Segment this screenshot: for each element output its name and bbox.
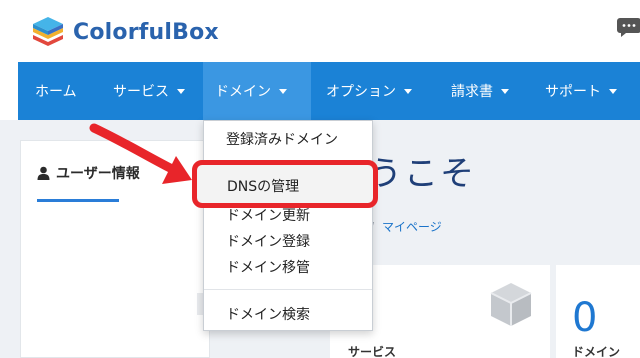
- nav-item-domain[interactable]: ドメイン: [203, 62, 311, 120]
- dns-management-label: DNSの管理: [227, 179, 300, 195]
- cube-icon: [490, 283, 532, 326]
- nav-label: オプション: [326, 84, 396, 100]
- breadcrumb-current[interactable]: マイページ: [382, 220, 442, 234]
- layered-box-logo-icon: [33, 17, 63, 46]
- red-arrow-annotation: [89, 123, 192, 184]
- stat-label: サービス: [348, 345, 397, 358]
- domain-dropdown-menu: 登録済みドメイン ドメイン更新 ドメイン登録 ドメイン移管 ドメイン検索: [203, 120, 373, 331]
- nav-item-services[interactable]: サービス: [100, 62, 203, 120]
- nav-item-support[interactable]: サポート: [528, 62, 640, 120]
- breadcrumb: /マイページ: [370, 218, 442, 235]
- chat-bubble-icon[interactable]: [617, 16, 640, 38]
- menu-item-domain-search[interactable]: ドメイン検索: [226, 304, 310, 324]
- nav-item-invoices[interactable]: 請求書: [433, 62, 528, 120]
- nav-label: ドメイン: [215, 84, 271, 100]
- nav-label: サポート: [545, 84, 601, 100]
- stat-value: 0: [572, 295, 598, 341]
- panel-title-underline: [37, 199, 119, 202]
- caret-down-icon: [177, 88, 185, 94]
- menu-item-domain-renewal[interactable]: ドメイン更新: [226, 205, 310, 225]
- menu-item-domain-transfer[interactable]: ドメイン移管: [226, 257, 310, 277]
- stat-card-domains[interactable]: 0 ドメイン: [556, 265, 640, 358]
- brand-name: ColorfulBox: [73, 19, 219, 45]
- nav-item-options[interactable]: オプション: [311, 62, 433, 120]
- caret-down-icon: [279, 88, 287, 94]
- nav-label: サービス: [113, 84, 169, 100]
- user-icon: [37, 166, 50, 180]
- menu-item-domain-registration[interactable]: ドメイン登録: [226, 231, 310, 251]
- nav-label: ホーム: [35, 84, 77, 100]
- logo[interactable]: ColorfulBox: [29, 13, 219, 51]
- caret-down-icon: [501, 88, 509, 94]
- caret-down-icon: [404, 88, 412, 94]
- page: ColorfulBox ホーム サービス ドメイン オプション 請求書 サポート…: [0, 0, 640, 358]
- menu-divider: [204, 289, 372, 290]
- header: ColorfulBox: [0, 0, 640, 62]
- stat-label: ドメイン: [572, 345, 621, 358]
- welcome-heading: うこそ: [368, 154, 476, 194]
- nav-label: 請求書: [451, 84, 493, 100]
- nav-item-home[interactable]: ホーム: [18, 62, 100, 120]
- menu-item-registered-domains[interactable]: 登録済みドメイン: [226, 129, 338, 149]
- caret-down-icon: [609, 88, 617, 94]
- main-navbar: ホーム サービス ドメイン オプション 請求書 サポート: [18, 62, 640, 120]
- menu-item-dns-management[interactable]: DNSの管理: [192, 160, 378, 208]
